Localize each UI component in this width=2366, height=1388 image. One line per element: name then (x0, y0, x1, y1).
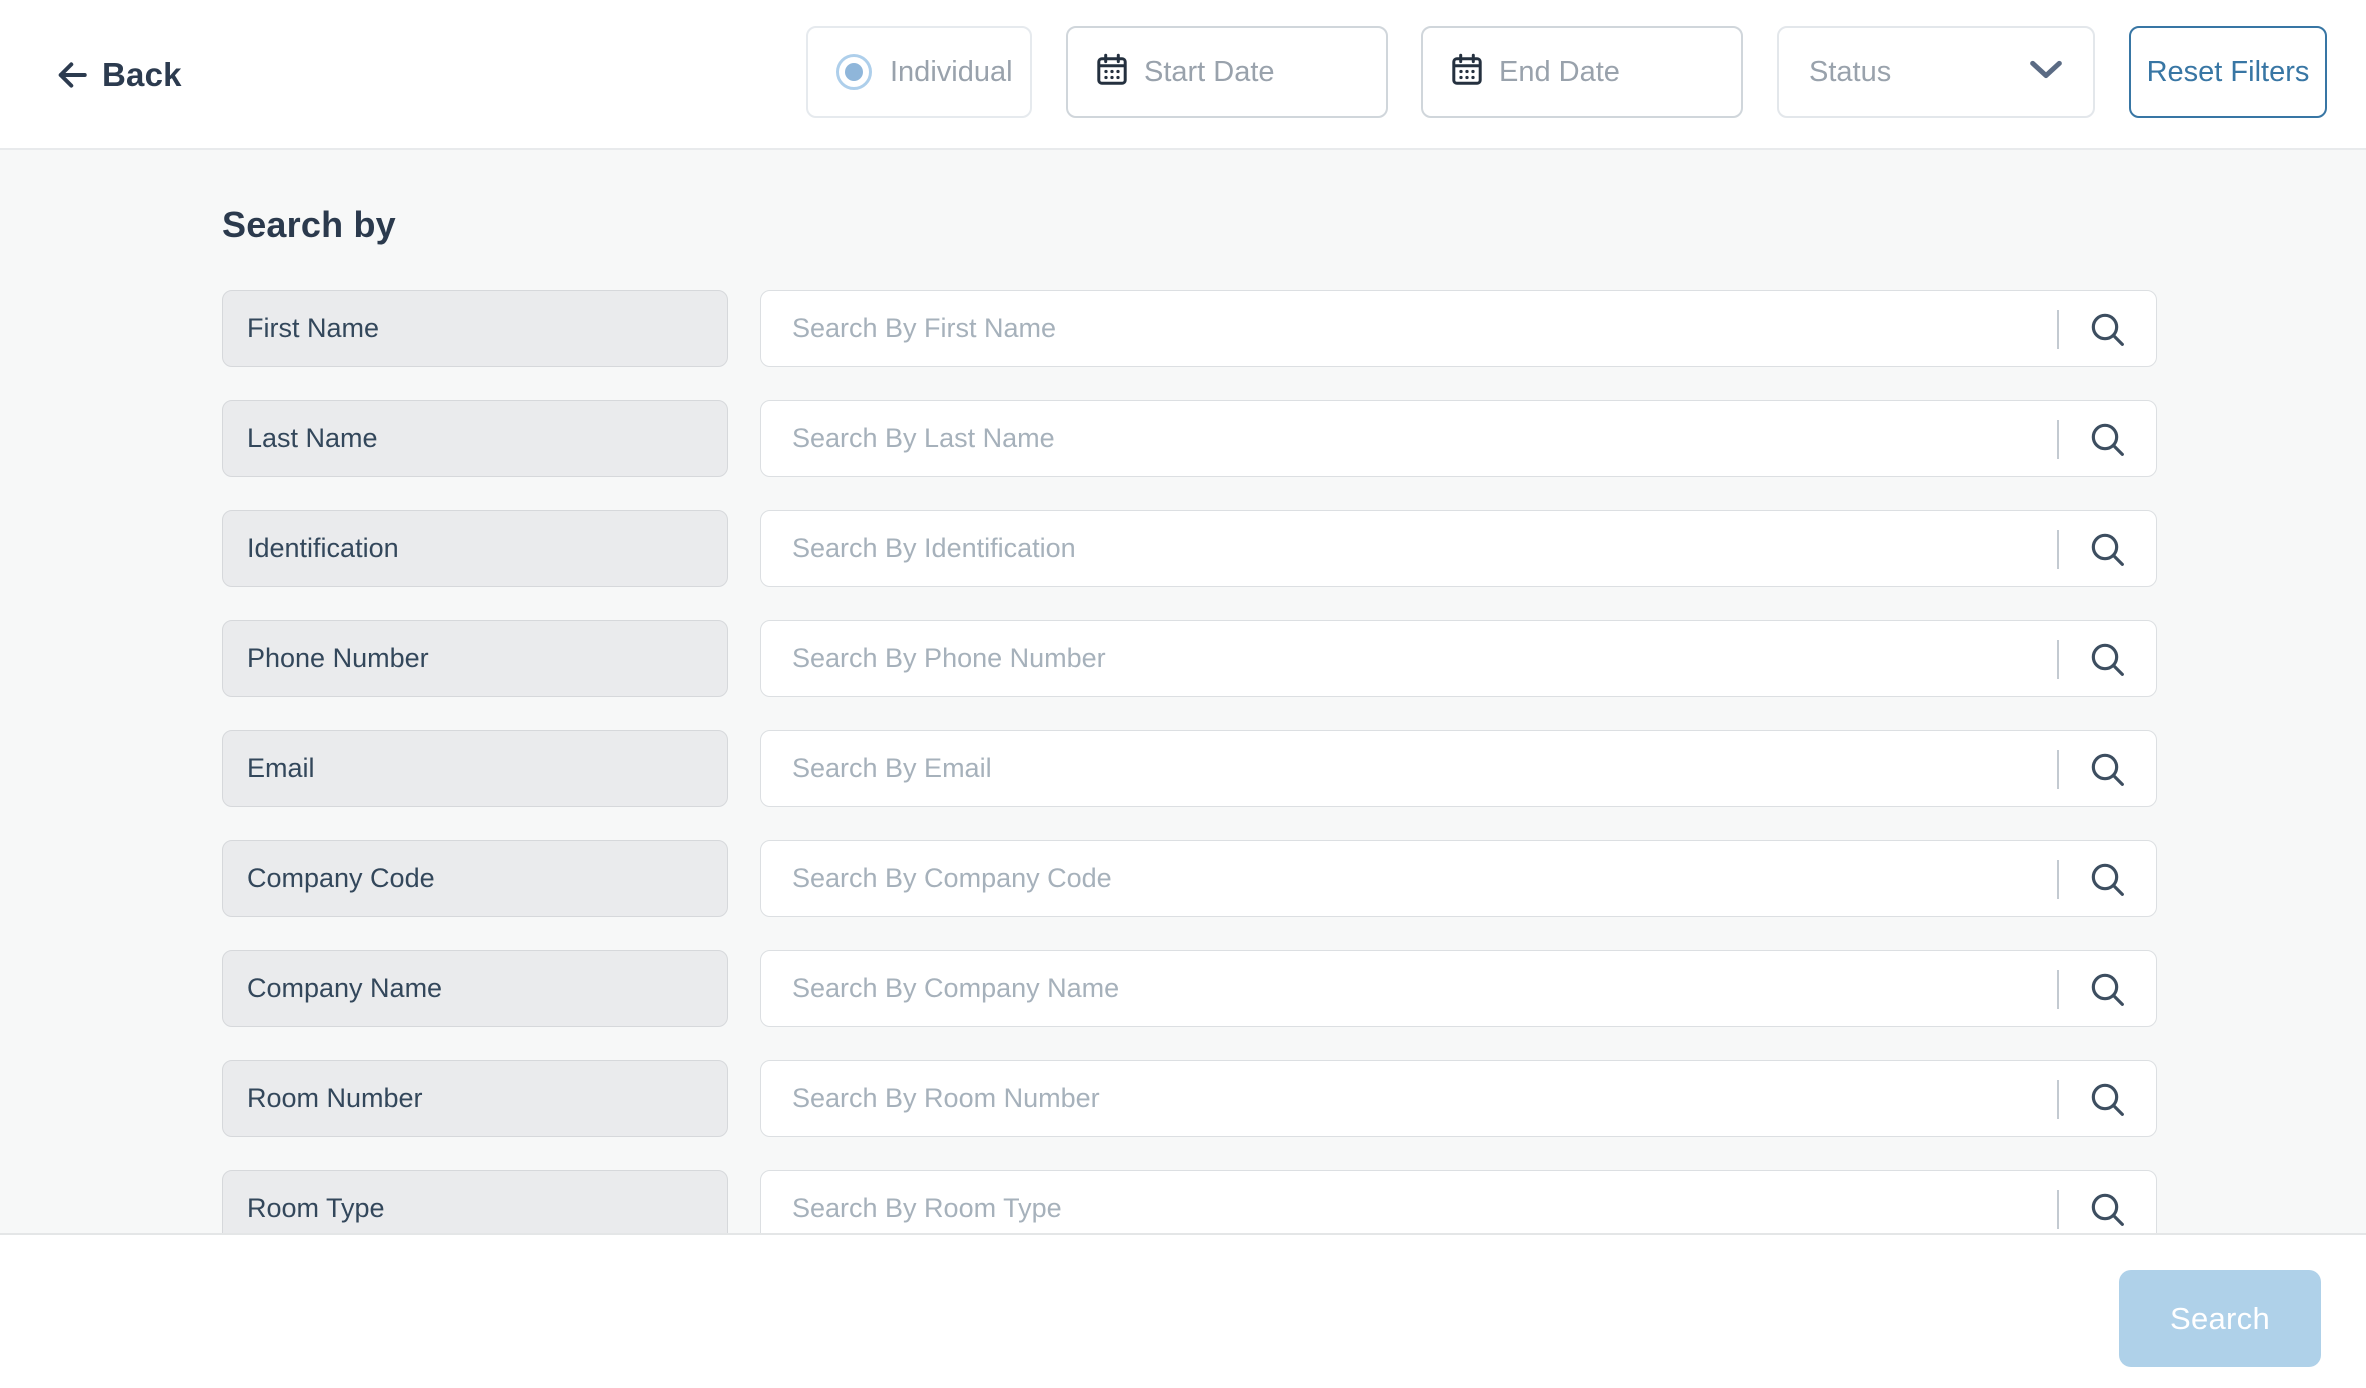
field-label-box: Room Number (222, 1060, 728, 1137)
individual-label: Individual (890, 56, 1013, 89)
input-divider (2057, 1190, 2059, 1229)
radio-selected-icon[interactable] (836, 54, 872, 90)
input-divider (2057, 530, 2059, 569)
field-label-box: First Name (222, 290, 728, 367)
search-row: Last Name (222, 400, 2157, 477)
field-label-box: Identification (222, 510, 728, 587)
input-divider (2057, 420, 2059, 459)
field-input-box (760, 730, 2157, 807)
field-input-box (760, 400, 2157, 477)
search-icon[interactable] (2088, 420, 2128, 460)
header-bar: Back Individual Start Date (0, 0, 2366, 150)
search-input[interactable] (761, 731, 2156, 806)
search-row: Identification (222, 510, 2157, 587)
chevron-down-icon (2029, 60, 2063, 85)
search-row: Company Name (222, 950, 2157, 1027)
reset-filters-button[interactable]: Reset Filters (2129, 26, 2327, 118)
start-date-input[interactable]: Start Date (1066, 26, 1388, 118)
search-button[interactable]: Search (2119, 1270, 2321, 1367)
search-icon[interactable] (2088, 750, 2128, 790)
page-title: Search by (222, 204, 396, 246)
field-input-box (760, 950, 2157, 1027)
individual-radio-option[interactable]: Individual (806, 26, 1032, 118)
search-row: Room Type (222, 1170, 2157, 1233)
search-input[interactable] (761, 951, 2156, 1026)
field-label-box: Phone Number (222, 620, 728, 697)
search-input[interactable] (761, 511, 2156, 586)
individual-search-page: Back Individual Start Date (0, 0, 2366, 1388)
field-input-box (760, 840, 2157, 917)
input-divider (2057, 970, 2059, 1009)
input-divider (2057, 750, 2059, 789)
search-input[interactable] (761, 401, 2156, 476)
input-divider (2057, 1080, 2059, 1119)
back-label: Back (102, 56, 182, 94)
end-date-input[interactable]: End Date (1421, 26, 1743, 118)
input-divider (2057, 640, 2059, 679)
search-input[interactable] (761, 1171, 2156, 1233)
search-row: Room Number (222, 1060, 2157, 1137)
arrow-left-icon (54, 58, 90, 92)
input-divider (2057, 860, 2059, 899)
search-input[interactable] (761, 291, 2156, 366)
search-icon[interactable] (2088, 1080, 2128, 1120)
search-icon[interactable] (2088, 310, 2128, 350)
footer-bar: Search (0, 1233, 2366, 1388)
search-row: Email (222, 730, 2157, 807)
field-label-box: Last Name (222, 400, 728, 477)
search-icon[interactable] (2088, 860, 2128, 900)
search-icon[interactable] (2088, 530, 2128, 570)
search-input[interactable] (761, 841, 2156, 916)
search-row: First Name (222, 290, 2157, 367)
search-input[interactable] (761, 1061, 2156, 1136)
status-placeholder: Status (1809, 56, 1891, 89)
field-label-box: Room Type (222, 1170, 728, 1233)
calendar-icon (1094, 52, 1130, 93)
back-button[interactable]: Back (54, 50, 182, 100)
end-date-placeholder: End Date (1499, 56, 1620, 89)
search-row: Company Code (222, 840, 2157, 917)
field-label-box: Company Name (222, 950, 728, 1027)
search-row: Phone Number (222, 620, 2157, 697)
field-label-box: Email (222, 730, 728, 807)
input-divider (2057, 310, 2059, 349)
field-input-box (760, 290, 2157, 367)
field-input-box (760, 1170, 2157, 1233)
reset-filters-label: Reset Filters (2147, 56, 2310, 89)
search-icon[interactable] (2088, 1190, 2128, 1230)
status-select[interactable]: Status (1777, 26, 2095, 118)
field-input-box (760, 620, 2157, 697)
field-input-box (760, 1060, 2157, 1137)
search-form-area: Search by First Name Last Name (0, 152, 2366, 1233)
field-label-box: Company Code (222, 840, 728, 917)
search-icon[interactable] (2088, 970, 2128, 1010)
field-input-box (760, 510, 2157, 587)
search-icon[interactable] (2088, 640, 2128, 680)
start-date-placeholder: Start Date (1144, 56, 1275, 89)
calendar-icon (1449, 52, 1485, 93)
search-input[interactable] (761, 621, 2156, 696)
